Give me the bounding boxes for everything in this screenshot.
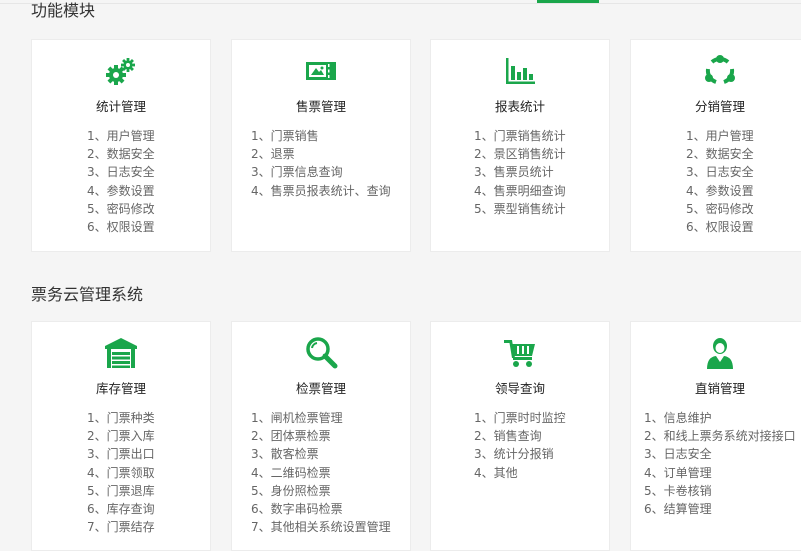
feature-list: 1、门票销售 2、退票 3、门票信息查询 4、售票员报表统计、查询 — [251, 127, 391, 200]
list-item: 6、库存查询 — [87, 502, 155, 517]
ticket-icon — [232, 54, 410, 88]
list-item: 2、门票入库 — [87, 429, 155, 444]
card-title: 分销管理 — [694, 99, 745, 114]
warehouse-icon — [32, 336, 210, 370]
feature-list: 1、用户管理 2、数据安全 3、日志安全 4、参数设置 5、密码修改 6、权限设… — [87, 127, 155, 236]
list-item: 2、退票 — [251, 147, 295, 162]
list-item: 2、销售查询 — [474, 429, 542, 444]
feature-list: 1、信息维护 2、和线上票务系统对接接口 3、日志安全 4、订单管理 5、卡卷核… — [644, 409, 796, 518]
list-item: 3、门票信息查询 — [251, 165, 343, 180]
card-distribution-management[interactable]: 分销管理 1、用户管理 2、数据安全 3、日志安全 4、参数设置 5、密码修改 … — [630, 39, 801, 252]
feature-list: 1、用户管理 2、数据安全 3、日志安全 4、参数设置 5、密码修改 6、权限设… — [686, 127, 754, 236]
list-item: 5、票型销售统计 — [474, 201, 566, 216]
list-item: 1、门票种类 — [87, 411, 155, 425]
section-title-ticket-cloud: 票务云管理系统 — [31, 285, 144, 304]
list-item: 5、密码修改 — [686, 201, 754, 216]
list-item: 1、闸机检票管理 — [251, 411, 343, 425]
gears-icon — [32, 54, 210, 88]
card-direct-sales-management[interactable]: 直销管理 1、信息维护 2、和线上票务系统对接接口 3、日志安全 4、订单管理 … — [630, 321, 801, 551]
feature-list: 1、门票种类 2、门票入库 3、门票出口 4、门票领取 5、门票退库 6、库存查… — [87, 409, 155, 536]
list-item: 2、景区销售统计 — [474, 147, 566, 162]
list-item: 1、门票时时监控 — [474, 411, 566, 425]
card-statistics-management[interactable]: 统计管理 1、用户管理 2、数据安全 3、日志安全 4、参数设置 5、密码修改 … — [31, 39, 211, 252]
list-item: 3、统计分报销 — [474, 447, 554, 462]
list-item: 2、数据安全 — [87, 147, 155, 162]
list-item: 3、日志安全 — [686, 165, 754, 180]
list-item: 4、参数设置 — [686, 183, 754, 198]
card-title: 检票管理 — [295, 381, 346, 396]
section-title-modules: 功能模块 — [31, 1, 96, 20]
distribution-icon — [631, 54, 801, 88]
list-item: 1、用户管理 — [686, 129, 754, 143]
list-item: 4、售票员报表统计、查询 — [251, 183, 391, 198]
list-item: 4、参数设置 — [87, 183, 155, 198]
list-item: 6、权限设置 — [686, 220, 754, 235]
bar-chart-icon — [431, 54, 609, 88]
list-item: 4、其他 — [474, 465, 518, 480]
list-item: 5、卡卷核销 — [644, 483, 712, 498]
list-item: 5、门票退库 — [87, 483, 155, 498]
list-item: 3、散客检票 — [251, 447, 319, 462]
feature-list: 1、门票销售统计 2、景区销售统计 3、售票员统计 4、售票明细查询 5、票型销… — [474, 127, 566, 218]
list-item: 4、二维码检票 — [251, 465, 331, 480]
list-item: 2、和线上票务系统对接接口 — [644, 429, 796, 444]
list-item: 1、信息维护 — [644, 411, 712, 425]
list-item: 1、门票销售 — [251, 129, 319, 143]
card-title: 直销管理 — [694, 381, 745, 396]
person-icon — [631, 336, 801, 370]
card-leader-query[interactable]: 领导查询 1、门票时时监控 2、销售查询 3、统计分报销 4、其他 — [430, 321, 610, 551]
list-item: 3、日志安全 — [87, 165, 155, 180]
card-inventory-management[interactable]: 库存管理 1、门票种类 2、门票入库 3、门票出口 4、门票领取 5、门票退库 … — [31, 321, 211, 551]
list-item: 1、门票销售统计 — [474, 129, 566, 143]
feature-list: 1、门票时时监控 2、销售查询 3、统计分报销 4、其他 — [474, 409, 566, 482]
shopping-cart-icon — [431, 336, 609, 370]
card-title: 报表统计 — [494, 99, 545, 114]
search-icon — [232, 336, 410, 370]
card-ticket-sales[interactable]: 售票管理 1、门票销售 2、退票 3、门票信息查询 4、售票员报表统计、查询 — [231, 39, 411, 252]
card-title: 统计管理 — [95, 99, 146, 114]
list-item: 4、门票领取 — [87, 465, 155, 480]
list-item: 6、数字串码检票 — [251, 502, 343, 517]
list-item: 7、其他相关系统设置管理 — [251, 520, 391, 535]
list-item: 7、门票结存 — [87, 520, 155, 535]
list-item: 4、售票明细查询 — [474, 183, 566, 198]
list-item: 3、日志安全 — [644, 447, 712, 462]
list-item: 2、团体票检票 — [251, 429, 331, 444]
feature-list: 1、闸机检票管理 2、团体票检票 3、散客检票 4、二维码检票 5、身份照检票 … — [251, 409, 391, 536]
list-item: 1、用户管理 — [87, 129, 155, 143]
card-title: 库存管理 — [95, 381, 146, 396]
list-item: 6、权限设置 — [87, 220, 155, 235]
list-item: 5、密码修改 — [87, 201, 155, 216]
top-divider — [0, 3, 801, 4]
card-report-statistics[interactable]: 报表统计 1、门票销售统计 2、景区销售统计 3、售票员统计 4、售票明细查询 … — [430, 39, 610, 252]
list-item: 5、身份照检票 — [251, 483, 331, 498]
list-item: 3、门票出口 — [87, 447, 155, 462]
list-item: 4、订单管理 — [644, 465, 712, 480]
card-title: 售票管理 — [295, 99, 346, 114]
card-title: 领导查询 — [494, 381, 545, 396]
list-item: 2、数据安全 — [686, 147, 754, 162]
card-ticket-check-management[interactable]: 检票管理 1、闸机检票管理 2、团体票检票 3、散客检票 4、二维码检票 5、身… — [231, 321, 411, 551]
list-item: 6、结算管理 — [644, 502, 712, 517]
list-item: 3、售票员统计 — [474, 165, 554, 180]
